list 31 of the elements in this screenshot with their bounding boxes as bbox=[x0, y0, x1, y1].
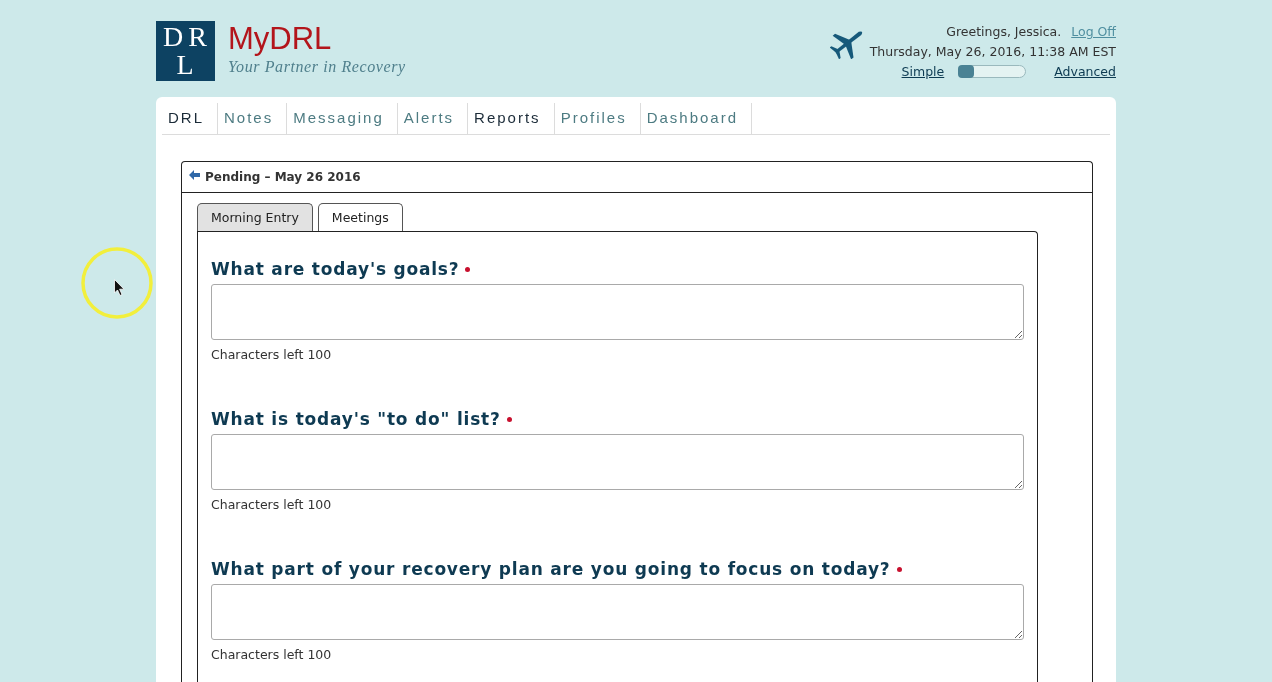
tagline: Your Partner in Recovery bbox=[228, 58, 406, 76]
greeting-text: Greetings, Jessica. bbox=[946, 23, 1062, 39]
character-counter: Characters left 100 bbox=[211, 347, 333, 363]
simple-mode-link[interactable]: Simple bbox=[901, 63, 945, 79]
date-time-text: Thursday, May 26, 2016, 11:38 AM EST bbox=[869, 43, 1116, 59]
nav-tab[interactable]: Alerts bbox=[397, 103, 469, 134]
nav-tab[interactable]: Dashboard bbox=[640, 103, 753, 134]
brand-name: MyDRL bbox=[228, 21, 333, 57]
answer-field[interactable] bbox=[211, 284, 1024, 340]
question-label: What part of your recovery plan are you going to focus on today? bbox=[211, 559, 891, 579]
slider-thumb[interactable] bbox=[958, 64, 975, 78]
answer-field[interactable] bbox=[211, 584, 1024, 640]
mode-slider[interactable] bbox=[958, 64, 1027, 78]
entry-tab[interactable]: Morning Entry bbox=[197, 203, 313, 231]
entry-tab[interactable]: Meetings bbox=[317, 203, 403, 231]
nav-tab[interactable]: Reports bbox=[468, 103, 555, 134]
nav-tab[interactable]: Messaging bbox=[287, 103, 398, 134]
nav-tab[interactable]: DRL bbox=[162, 103, 218, 134]
cursor-highlight-icon bbox=[81, 247, 153, 319]
character-counter: Characters left 100 bbox=[211, 497, 333, 513]
logo: DR L bbox=[156, 21, 215, 81]
nav-tab[interactable]: Profiles bbox=[554, 103, 641, 134]
panel-title: Pending – May 26 2016 bbox=[205, 170, 361, 184]
back-arrow-icon[interactable] bbox=[189, 170, 200, 180]
answer-field[interactable] bbox=[211, 434, 1024, 490]
question-label: What are today's goals? bbox=[211, 259, 460, 279]
advanced-mode-link[interactable]: Advanced bbox=[1054, 63, 1116, 79]
nav-tab[interactable]: Notes bbox=[218, 103, 288, 134]
character-counter: Characters left 100 bbox=[211, 647, 333, 663]
question-label: What is today's "to do" list? bbox=[211, 409, 501, 429]
mouse-pointer-icon bbox=[114, 279, 125, 296]
